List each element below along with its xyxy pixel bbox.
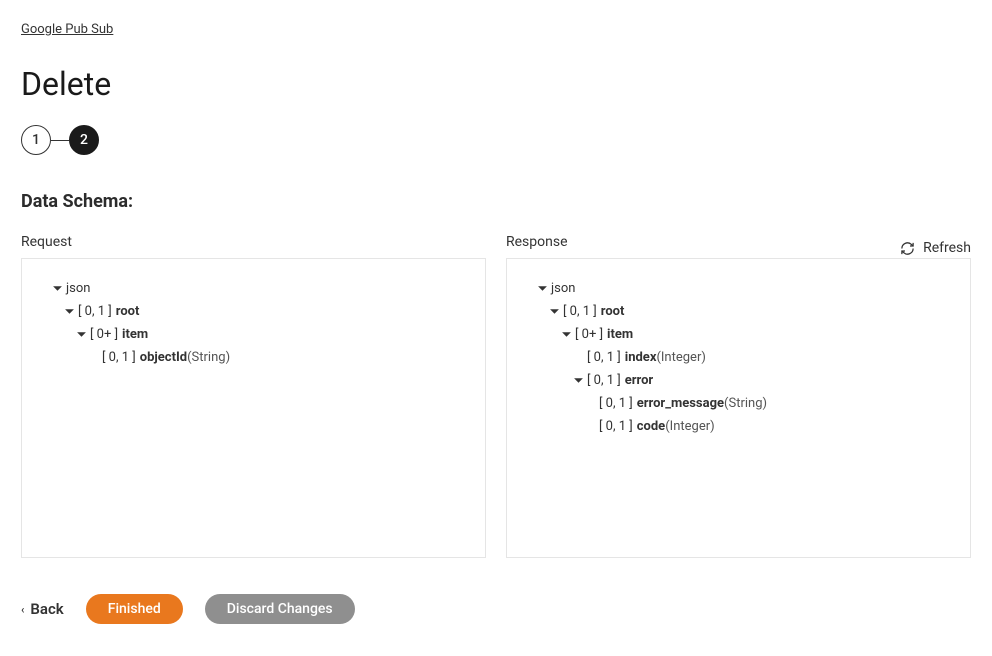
section-heading: Data Schema: [21,191,971,212]
node-name: root [601,304,625,319]
chevron-down-icon [48,283,66,294]
node-type: (Integer) [665,419,714,434]
tree-node-json[interactable]: json [38,277,469,300]
tree-label: json [66,281,90,296]
cardinality: [ 0, 1 ] [599,396,633,411]
tree-node-objectid[interactable]: [ 0, 1 ] objectId (String) [38,346,469,369]
cardinality: [ 0, 1 ] [78,304,112,319]
node-name: error [625,373,653,388]
tree-node-item[interactable]: [ 0+ ] item [38,323,469,346]
node-type: (String) [187,350,230,365]
node-name: objectId [140,350,187,365]
step-2-active[interactable]: 2 [69,125,99,155]
node-name: root [116,304,140,319]
step-1[interactable]: 1 [21,125,51,155]
chevron-down-icon [533,283,551,294]
tree-node-error-message[interactable]: [ 0, 1 ] error_message (String) [523,392,954,415]
cardinality: [ 0+ ] [90,327,118,342]
node-type: (Integer) [656,350,705,365]
cardinality: [ 0, 1 ] [563,304,597,319]
tree-node-index[interactable]: [ 0, 1 ] index (Integer) [523,346,954,369]
request-panel-label: Request [21,234,486,250]
cardinality: [ 0, 1 ] [587,350,621,365]
request-schema-box: json [ 0, 1 ] root [ 0+ ] item [ 0, 1 ] … [21,258,486,558]
node-name: item [122,327,148,342]
tree-label: json [551,281,575,296]
tree-node-root[interactable]: [ 0, 1 ] root [523,300,954,323]
back-link[interactable]: ‹ Back [21,600,64,618]
breadcrumb-link[interactable]: Google Pub Sub [21,22,113,37]
chevron-left-icon: ‹ [21,603,24,616]
tree-node-code[interactable]: [ 0, 1 ] code (Integer) [523,415,954,438]
cardinality: [ 0, 1 ] [587,373,621,388]
cardinality: [ 0, 1 ] [599,419,633,434]
page-title: Delete [21,65,971,103]
node-type: (String) [724,396,767,411]
node-name: item [607,327,633,342]
wizard-stepper: 1 2 [21,125,971,155]
tree-node-root[interactable]: [ 0, 1 ] root [38,300,469,323]
response-schema-box: json [ 0, 1 ] root [ 0+ ] item [ 0, 1 ] … [506,258,971,558]
tree-node-item[interactable]: [ 0+ ] item [523,323,954,346]
tree-node-error[interactable]: [ 0, 1 ] error [523,369,954,392]
footer-actions: ‹ Back Finished Discard Changes [21,594,971,624]
chevron-down-icon [72,329,90,340]
step-connector [51,140,69,141]
node-name: index [625,350,657,365]
response-panel-label: Response [506,234,971,250]
node-name: code [637,419,665,434]
finished-button[interactable]: Finished [86,594,183,624]
chevron-down-icon [557,329,575,340]
node-name: error_message [637,396,724,411]
cardinality: [ 0+ ] [575,327,603,342]
tree-node-json[interactable]: json [523,277,954,300]
cardinality: [ 0, 1 ] [102,350,136,365]
chevron-down-icon [60,306,78,317]
discard-changes-button[interactable]: Discard Changes [205,594,355,624]
back-label: Back [30,600,63,618]
chevron-down-icon [569,375,587,386]
chevron-down-icon [545,306,563,317]
